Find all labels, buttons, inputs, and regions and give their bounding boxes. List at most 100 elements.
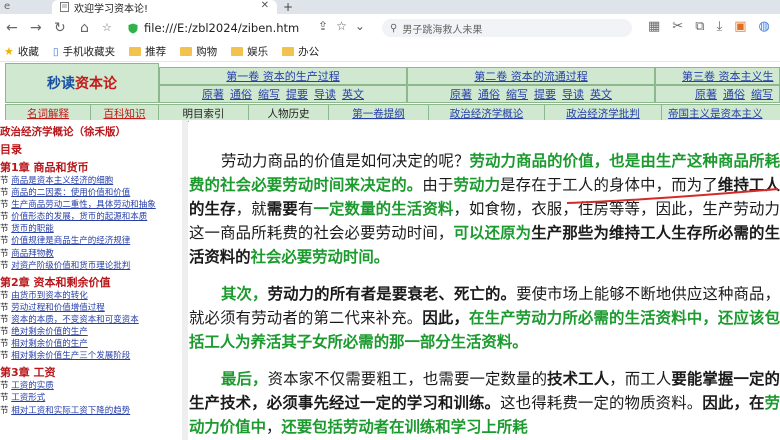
url-text: file:///E:/zbl2024/ziben.htm [144,21,300,35]
bold-text: 技术工人 [547,370,610,388]
toc-item[interactable]: 节 商品的二因素：使用价值和价值 [0,187,182,199]
bookmark-recommend[interactable]: 推荐 [129,44,166,59]
link-summary[interactable]: 提要 [534,86,556,102]
toc-item[interactable]: 节 相对剩余价值的生产 [0,338,182,350]
chapter-2-items: 节 由货币到资本的转化节 劳动过程和价值增值过程节 资本的本质，不变资本和可变资… [0,290,182,363]
toc-item[interactable]: 节 绝对剩余价值的生产 [0,326,182,338]
link-abridged[interactable]: 缩写 [258,86,280,102]
nav-encyclopedia[interactable]: 百科知识 [91,105,159,121]
bold-text: 劳动力的所有者是要衰老、死亡的。 [267,285,517,303]
toc-item[interactable]: 节 劳动过程和价值增值过程 [0,302,182,314]
volume-2-title[interactable]: 第二卷 资本的流通过程 [407,67,655,85]
bold-text: 因此，在 [702,394,765,413]
back-icon[interactable]: ← [6,20,18,36]
toc-item-prefix: 节 [0,314,9,325]
link-guide[interactable]: 导读 [562,86,584,102]
close-tab-icon[interactable]: ✕ [261,0,269,11]
link-english[interactable]: 英文 [590,86,612,102]
link-original[interactable]: 原著 [202,86,224,102]
link-english[interactable]: 英文 [342,86,364,102]
link-original[interactable]: 原著 [695,86,717,102]
forward-icon[interactable]: → [30,20,42,36]
body-text: 劳动力商品的价值是如何决定的呢？ [221,152,470,170]
bookmark-shopping[interactable]: 购物 [180,44,217,59]
toc-item[interactable]: 节 由货币到资本的转化 [0,290,182,302]
toc-item[interactable]: 节 价值规律是商品生产的经济规律 [0,235,182,247]
toc-item[interactable]: 节 价值形态的发展，货币的起源和本质 [0,211,182,223]
search-placeholder: 男子跳海救人未果 [402,24,483,36]
toc-item[interactable]: 节 商品拜物教 [0,248,182,260]
bookmark-favorites[interactable]: ★ 收藏 [4,44,39,59]
toc-item-prefix: 节 [0,290,9,301]
toc-item[interactable]: 节 工资的实质 [0,380,182,392]
grid-icon[interactable]: ▦ [648,19,660,34]
volume-1-title[interactable]: 第一卷 资本的生产过程 [159,67,407,85]
nav-history[interactable]: 人物历史 [249,105,329,121]
volume-2-links: 原著 通俗 缩写 提要 导读 英文 [407,85,655,103]
toc-item[interactable]: 节 资本的本质，不变资本和可变资本 [0,314,182,326]
nav-glossary[interactable]: 名词解释 [5,105,91,121]
nav-index[interactable]: 明目索引 [159,105,249,121]
nav-imperialism[interactable]: 帝国主义是资本主义 [662,105,780,121]
highlighted-text: 一定数量的生活资料 [313,200,454,219]
link-guide[interactable]: 导读 [314,86,336,102]
bookmark-mobile[interactable]: ▯ 手机收藏夹 [53,44,115,59]
toc-item-prefix: 节 [0,302,9,313]
home-icon[interactable]: ⌂ [80,20,89,36]
shield-icon [128,23,138,33]
link-abridged[interactable]: 缩写 [751,86,773,102]
nav-critique[interactable]: 政治经济学批判 [545,105,662,121]
toc-item-label: 资本的本质，不变资本和可变资本 [11,314,139,325]
page-icon [60,2,69,12]
bookmark-entertainment[interactable]: 娱乐 [231,44,268,59]
toc-item-label: 对资产阶级价值和货币理论批判 [11,260,131,271]
main-content: 劳动力商品的价值是如何决定的呢？劳动力商品的价值，也是由生产这种商品所耗费的社会… [189,120,780,440]
toc-item[interactable]: 节 相对剩余价值生产三个发展阶段 [0,350,182,362]
toc-item[interactable]: 节 生产商品劳动二重性，具体劳动和抽象 [0,199,182,211]
tab-strip: e 欢迎学习资本论! ✕ + [0,0,780,15]
share-icon[interactable]: ⇪ [318,19,328,33]
toc-item[interactable]: 节 商品是资本主义经济的细胞 [0,175,182,187]
search-input[interactable]: ⚲ 男子跳海救人未果 [382,19,632,37]
link-popular[interactable]: 通俗 [723,86,745,102]
nav-political-economy[interactable]: 政治经济学概论 [429,105,545,121]
star-icon[interactable]: ☆ [336,19,347,33]
toc-item-label: 货币的职能 [11,224,54,235]
search-icon: ⚲ [390,22,398,34]
chevron-down-icon[interactable]: ⌄ [355,19,365,33]
refresh-icon[interactable]: ↻ [54,20,66,36]
chapter-3[interactable]: 第3章 工资 [0,362,182,380]
toc-item-label: 商品的二因素：使用价值和价值 [11,188,131,199]
browser-logo-icon[interactable]: ◍ [759,19,770,34]
tab-active[interactable]: 欢迎学习资本论! ✕ [52,0,277,15]
highlighted-text: 劳动力 [453,176,501,195]
bookmark-office[interactable]: 办公 [282,44,319,59]
chapter-2[interactable]: 第2章 资本和剩余价值 [0,272,182,290]
link-original[interactable]: 原著 [450,86,472,102]
link-popular[interactable]: 通俗 [230,86,252,102]
extensions-icon[interactable]: ⧉ [695,19,704,34]
new-tab-icon[interactable]: + [283,0,293,14]
link-popular[interactable]: 通俗 [478,86,500,102]
nav-vol1-outline[interactable]: 第一卷提纲 [329,105,429,121]
link-summary[interactable]: 提要 [286,86,308,102]
toc-item[interactable]: 节 货币的职能 [0,223,182,235]
body-text: ，就 [235,200,267,219]
toc-item[interactable]: 节 对资产阶级价值和货币理论批判 [0,260,182,272]
site-logo[interactable]: 秒读 资本论 [5,63,159,103]
volume-3-title[interactable]: 第三卷 资本主义生 [655,67,780,85]
wallet-icon[interactable]: ▣ [734,19,746,34]
star-icon: ★ [4,45,14,58]
previous-tab[interactable]: e [4,0,10,14]
bookmarks-bar: ★ 收藏 ▯ 手机收藏夹 推荐 购物 娱乐 办公 [0,42,780,62]
toc-item[interactable]: 节 工资形式 [0,392,182,404]
download-icon[interactable]: ⤓ [717,19,723,34]
bookmark-star-icon[interactable]: ☆ [102,20,112,36]
toc-item-label: 绝对剩余价值的生产 [11,327,88,338]
scissors-icon[interactable]: ✂ [672,19,683,34]
chapter-1[interactable]: 第1章 商品和货币 [0,157,182,175]
toc-item[interactable]: 节 相对工资和实际工资下降的趋势 [0,405,182,417]
toc-item-label: 商品是资本主义经济的细胞 [11,176,114,186]
link-abridged[interactable]: 缩写 [506,86,528,102]
sidebar-scrollbar[interactable] [182,120,188,440]
